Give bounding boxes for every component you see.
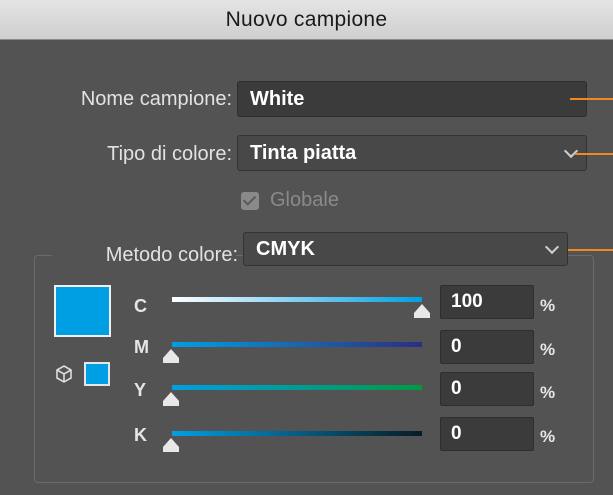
channel-label-y: Y [134, 380, 147, 400]
channel-input-y[interactable]: 0 [440, 372, 534, 406]
channel-label-c: C [134, 296, 147, 316]
callout-line-mode [568, 249, 613, 251]
color-type-value: Tinta piatta [250, 141, 357, 164]
chevron-down-icon [544, 239, 560, 255]
slider-track-c[interactable] [172, 297, 422, 302]
percent-label-k: % [540, 427, 556, 446]
swatch-name-label: Nome campione: [80, 88, 232, 110]
global-label: Globale [270, 189, 339, 211]
channel-input-c[interactable]: 100 [440, 285, 534, 319]
global-checkbox[interactable] [241, 192, 259, 210]
swatch-name-input[interactable]: White [237, 81, 587, 117]
color-mode-label: Metodo colore: [105, 244, 238, 266]
percent-label-y: % [540, 383, 556, 402]
channel-input-m[interactable]: 0 [440, 330, 534, 364]
slider-thumb-k[interactable] [163, 438, 179, 452]
slider-track-y[interactable] [172, 385, 422, 390]
slider-track-k[interactable] [172, 431, 422, 436]
channel-input-k[interactable]: 0 [440, 417, 534, 451]
slider-track-m[interactable] [172, 342, 422, 347]
out-of-gamut-swatch[interactable] [84, 362, 110, 386]
chevron-down-icon [563, 143, 579, 159]
slider-thumb-c[interactable] [414, 304, 430, 318]
color-mode-dropdown[interactable]: CMYK [243, 232, 568, 266]
percent-label-c: % [540, 296, 556, 315]
callout-line-name [570, 98, 613, 100]
dialog-title: Nuovo campione [225, 7, 388, 31]
slider-thumb-y[interactable] [163, 392, 179, 406]
dialog-title-bar: Nuovo campione [0, 0, 613, 40]
callout-line-type [575, 153, 613, 155]
color-mode-value: CMYK [256, 237, 315, 260]
percent-label-m: % [540, 340, 556, 359]
color-type-dropdown[interactable]: Tinta piatta [237, 135, 587, 171]
color-preview-swatch [54, 285, 111, 337]
cube-icon[interactable] [53, 363, 75, 385]
channel-label-k: K [134, 425, 147, 445]
color-type-label: Tipo di colore: [107, 143, 232, 165]
slider-thumb-m[interactable] [163, 349, 179, 363]
channel-label-m: M [134, 337, 149, 357]
